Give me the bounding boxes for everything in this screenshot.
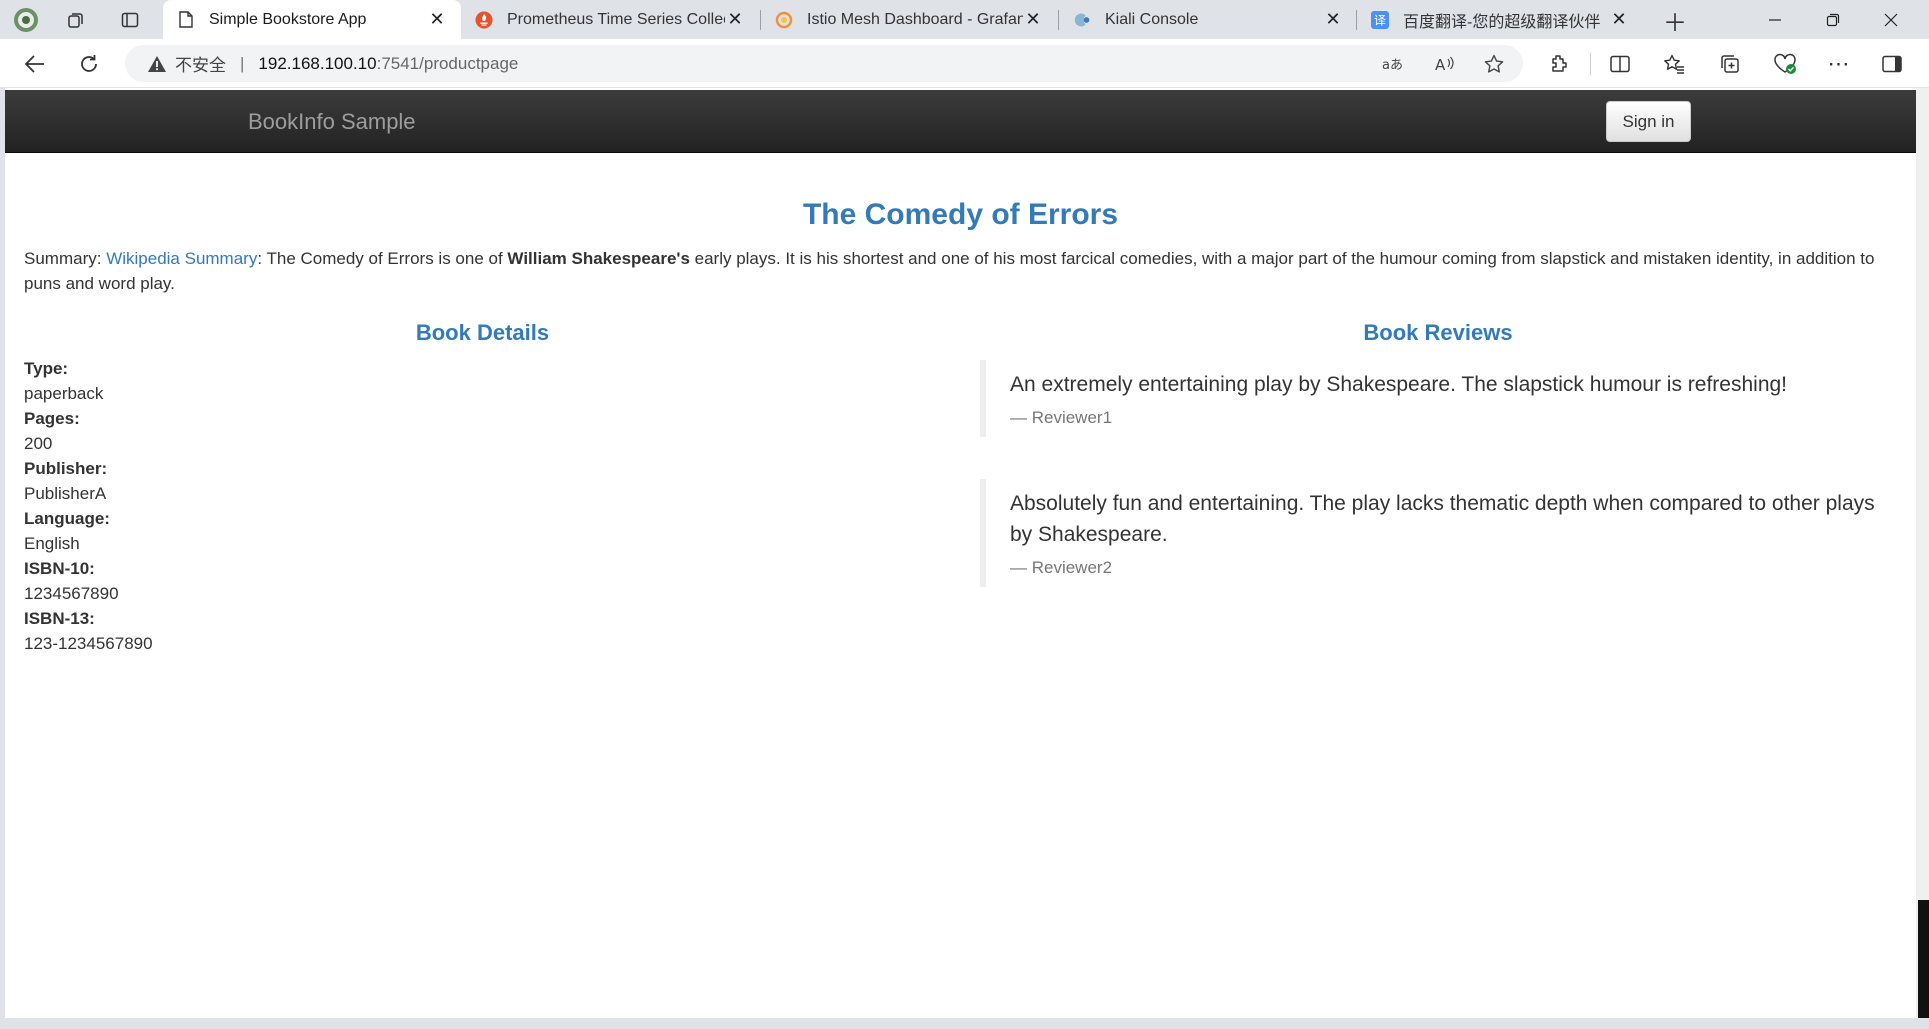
detail-value: 123-1234567890 xyxy=(24,634,153,653)
read-aloud-icon[interactable]: A xyxy=(1432,53,1458,75)
summary-prefix: Summary: xyxy=(24,249,107,268)
page-icon xyxy=(177,11,195,29)
review-text: Absolutely fun and entertaining. The pla… xyxy=(1010,492,1875,546)
tab-simple-bookstore[interactable]: Simple Bookstore App ✕ xyxy=(163,0,461,39)
detail-value: English xyxy=(24,534,80,553)
tab-title: Simple Bookstore App xyxy=(209,10,367,28)
minimize-button[interactable] xyxy=(1747,0,1803,39)
book-details-list: Type: paperback Pages: 200 Publisher: Pu… xyxy=(24,356,153,656)
close-tab-icon[interactable]: ✕ xyxy=(427,9,447,30)
split-screen-icon[interactable] xyxy=(1603,47,1637,81)
tab-title: Prometheus Time Series Collecti xyxy=(507,10,725,28)
grafana-icon xyxy=(775,11,793,29)
url-path: :7541/productpage xyxy=(376,53,519,73)
sign-in-button[interactable]: Sign in xyxy=(1606,101,1691,142)
address-separator: | xyxy=(240,53,245,73)
tab-actions-icon[interactable] xyxy=(112,4,148,36)
detail-label: Language: xyxy=(24,509,110,528)
book-reviews-heading: Book Reviews xyxy=(1363,320,1513,345)
back-button[interactable] xyxy=(18,47,52,81)
detail-value: PublisherA xyxy=(24,484,107,503)
tab-baidu-translate[interactable]: 译 百度翻译-您的超级翻译伙伴（文 ✕ xyxy=(1357,0,1643,39)
insecure-label[interactable]: 不安全 xyxy=(175,51,226,76)
svg-text:译: 译 xyxy=(1374,13,1386,27)
refresh-button[interactable] xyxy=(72,47,106,81)
detail-label: ISBN-13: xyxy=(24,609,95,628)
extensions-icon[interactable] xyxy=(1542,47,1576,81)
book-title: The Comedy of Errors xyxy=(802,198,1119,231)
favorite-star-icon[interactable] xyxy=(1481,53,1507,75)
browser-toolbar: 不安全 | 192.168.100.10:7541/productpage aあ… xyxy=(0,39,1929,88)
baidu-translate-icon: 译 xyxy=(1371,10,1389,29)
tab-title: Kiali Console xyxy=(1105,10,1199,28)
detail-value: 1234567890 xyxy=(24,584,119,603)
detail-value: paperback xyxy=(24,384,104,403)
warning-icon[interactable] xyxy=(147,54,167,74)
prometheus-icon xyxy=(475,11,493,29)
window-bottom-edge xyxy=(0,1018,1929,1029)
review-text: An extremely entertaining play by Shakes… xyxy=(1010,373,1788,396)
detail-label: Pages: xyxy=(24,409,80,428)
detail-label: Type: xyxy=(24,359,69,378)
favorites-icon[interactable] xyxy=(1657,47,1691,81)
brand-link[interactable]: BookInfo Sample xyxy=(248,109,416,135)
scrollbar-edge xyxy=(1918,900,1929,1018)
summary-text: : The Comedy of Errors is one of xyxy=(257,249,508,268)
translate-icon[interactable]: aあ xyxy=(1380,53,1406,75)
review-author: — Reviewer2 xyxy=(1010,558,1113,577)
tab-title: Istio Mesh Dashboard - Grafana xyxy=(807,10,1023,28)
close-tab-icon[interactable]: ✕ xyxy=(725,9,745,30)
collections-icon[interactable] xyxy=(1713,47,1747,81)
new-tab-button[interactable]: ＋ xyxy=(1657,4,1693,37)
close-tab-icon[interactable]: ✕ xyxy=(1023,9,1043,30)
review-blockquote: Absolutely fun and entertaining. The pla… xyxy=(980,479,1900,587)
book-summary: Summary: Wikipedia Summary: The Comedy o… xyxy=(24,246,1904,296)
more-options-icon[interactable]: ⋯ xyxy=(1822,47,1856,81)
detail-label: ISBN-10: xyxy=(24,559,95,578)
svg-text:aあ: aあ xyxy=(1382,58,1403,72)
restore-button[interactable] xyxy=(1805,0,1861,39)
review-author: — Reviewer1 xyxy=(1010,408,1113,427)
sidebar-toggle-icon[interactable] xyxy=(1875,47,1909,81)
tab-title: 百度翻译-您的超级翻译伙伴（文 xyxy=(1403,13,1609,31)
browser-essentials-icon[interactable] xyxy=(1768,47,1802,81)
svg-text:A: A xyxy=(1435,56,1446,73)
profile-avatar-icon[interactable] xyxy=(8,4,44,36)
workspaces-icon[interactable] xyxy=(58,4,94,36)
navbar: BookInfo Sample Sign in xyxy=(5,90,1916,153)
tab-strip: Simple Bookstore App ✕ Prometheus Time S… xyxy=(0,0,1929,39)
wikipedia-summary-link[interactable]: Wikipedia Summary xyxy=(106,249,257,268)
close-window-button[interactable] xyxy=(1863,0,1919,39)
tab-grafana[interactable]: Istio Mesh Dashboard - Grafana ✕ xyxy=(761,0,1057,39)
tab-kiali[interactable]: Kiali Console ✕ xyxy=(1059,0,1357,39)
detail-label: Publisher: xyxy=(24,459,108,478)
tab-prometheus[interactable]: Prometheus Time Series Collecti ✕ xyxy=(461,0,759,39)
close-tab-icon[interactable]: ✕ xyxy=(1323,9,1343,30)
close-tab-icon[interactable]: ✕ xyxy=(1609,9,1629,30)
kiali-icon xyxy=(1073,11,1091,29)
page-viewport: BookInfo Sample Sign in The Comedy of Er… xyxy=(5,88,1916,1018)
address-bar[interactable]: 不安全 | 192.168.100.10:7541/productpage aあ… xyxy=(125,45,1523,82)
summary-author: William Shakespeare's xyxy=(507,249,690,268)
page-scrollbar[interactable] xyxy=(1916,88,1929,1018)
review-blockquote: An extremely entertaining play by Shakes… xyxy=(980,360,1900,437)
book-details-heading: Book Details xyxy=(415,320,550,345)
url-host: 192.168.100.10 xyxy=(258,53,377,73)
toolbar-divider xyxy=(1590,53,1591,75)
detail-value: 200 xyxy=(24,434,53,453)
